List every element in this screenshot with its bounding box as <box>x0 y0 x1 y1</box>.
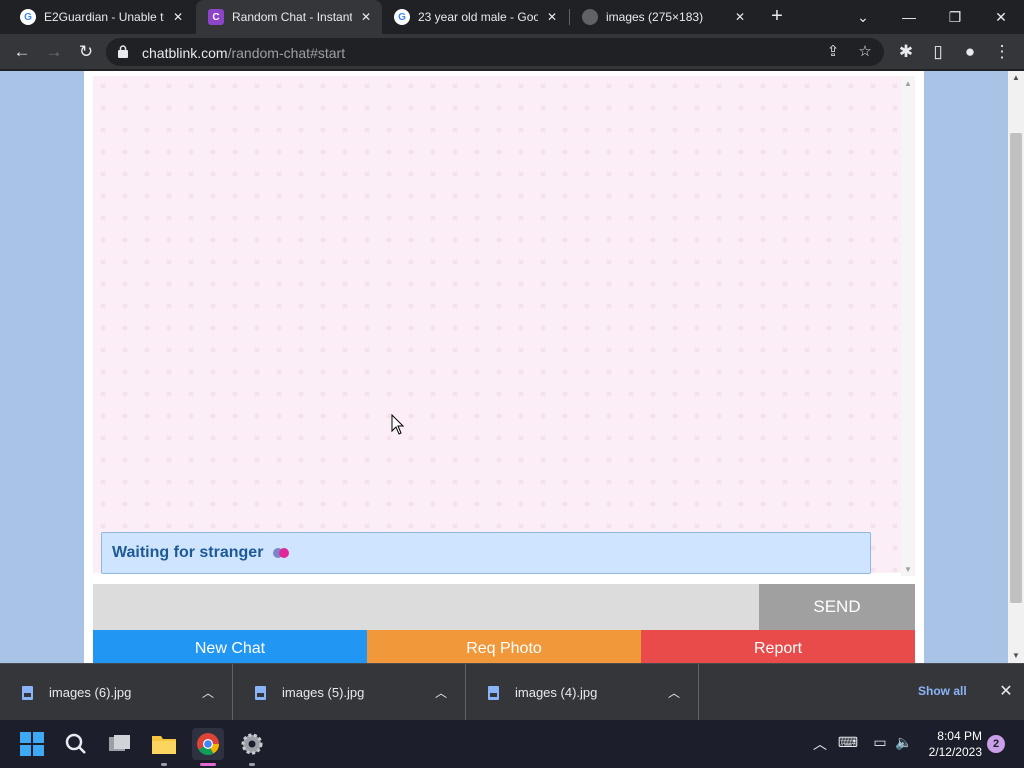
chevron-up-icon[interactable]: ︿ <box>809 734 831 754</box>
running-indicator <box>200 763 216 766</box>
loading-dots-icon <box>273 548 290 558</box>
menu-icon[interactable]: ⋮ <box>990 40 1014 64</box>
close-tab-icon[interactable]: ✕ <box>358 9 374 25</box>
url-domain: chatblink.com <box>142 45 228 61</box>
folder-icon <box>152 736 176 754</box>
download-filename: images (6).jpg <box>49 685 132 700</box>
task-view-icon <box>109 735 130 751</box>
restore-button[interactable]: ❐ <box>932 0 978 34</box>
download-filename: images (5).jpg <box>282 685 365 700</box>
running-indicator <box>161 763 167 766</box>
scroll-up-arrow-icon[interactable]: ▲ <box>901 78 915 90</box>
chat-messages-area <box>93 76 901 573</box>
tab-strip: G E2Guardian - Unable to ✕ C Random Chat… <box>0 0 1024 34</box>
close-tab-icon[interactable]: ✕ <box>544 9 560 25</box>
share-icon[interactable]: ⇪ <box>822 41 844 63</box>
profile-icon[interactable]: ● <box>958 40 982 64</box>
url-text: chatblink.com/random-chat#start <box>142 45 345 61</box>
bookmark-star-icon[interactable]: ☆ <box>854 41 876 63</box>
req-photo-button[interactable]: Req Photo <box>367 630 641 663</box>
new-tab-button[interactable]: + <box>766 6 788 28</box>
network-icon[interactable]: ▭ <box>869 734 891 751</box>
tab-title: 23 year old male - Goo <box>418 10 538 24</box>
chevron-up-icon[interactable]: ︿ <box>431 684 451 701</box>
notification-badge[interactable]: 2 <box>987 735 1005 753</box>
google-icon: G <box>394 9 410 25</box>
minimize-button[interactable]: — <box>886 0 932 34</box>
windows-logo-icon <box>20 732 44 756</box>
message-input[interactable] <box>93 584 759 630</box>
close-tab-icon[interactable]: ✕ <box>732 9 748 25</box>
status-text: Waiting for stranger <box>112 544 264 561</box>
gear-icon <box>241 733 263 755</box>
chrome-button[interactable] <box>192 728 224 766</box>
lock-icon <box>118 45 128 58</box>
tab-google-search[interactable]: G 23 year old male - Goo ✕ <box>382 0 568 34</box>
chat-scrollbar[interactable]: ▲ ▼ <box>901 76 915 576</box>
scroll-down-arrow-icon[interactable]: ▼ <box>1008 649 1024 663</box>
close-tab-icon[interactable]: ✕ <box>170 9 186 25</box>
file-explorer-button[interactable] <box>148 728 180 766</box>
chat-container: ▲ ▼ Waiting for stranger SEND New Chat R… <box>84 71 924 663</box>
tab-title: Random Chat - Instant <box>232 10 352 24</box>
browser-toolbar: ← → ↻ chatblink.com/random-chat#start ⇪ … <box>0 34 1024 70</box>
running-indicator <box>249 763 255 766</box>
new-chat-button[interactable]: New Chat <box>93 630 367 663</box>
globe-icon <box>582 9 598 25</box>
scrollbar-thumb[interactable] <box>1010 133 1022 603</box>
reload-button[interactable]: ↻ <box>74 40 98 64</box>
scroll-up-arrow-icon[interactable]: ▲ <box>1008 71 1024 85</box>
image-file-icon <box>255 685 266 700</box>
status-message: Waiting for stranger <box>101 532 871 574</box>
download-item[interactable]: images (5).jpg ︿ <box>233 664 466 721</box>
download-item[interactable]: images (4).jpg ︿ <box>466 664 699 721</box>
page-viewport: ▲ ▼ Waiting for stranger SEND New Chat R… <box>0 71 1008 663</box>
window-close-button[interactable]: ✕ <box>978 0 1024 34</box>
download-filename: images (4).jpg <box>515 685 598 700</box>
url-path: /random-chat#start <box>227 45 346 61</box>
mouse-cursor-icon <box>391 414 405 435</box>
chatblink-icon: C <box>208 9 224 25</box>
side-panel-icon[interactable]: ▯ <box>926 40 950 64</box>
tab-search-button[interactable]: ⌄ <box>840 0 886 34</box>
download-item[interactable]: images (6).jpg ︿ <box>0 664 233 721</box>
chevron-up-icon[interactable]: ︿ <box>198 684 218 701</box>
tab-random-chat[interactable]: C Random Chat - Instant ✕ <box>196 0 382 34</box>
back-button[interactable]: ← <box>10 40 34 64</box>
forward-button[interactable]: → <box>42 40 66 64</box>
address-bar[interactable]: chatblink.com/random-chat#start ⇪ ☆ <box>106 38 884 66</box>
scroll-down-arrow-icon[interactable]: ▼ <box>901 564 915 576</box>
extensions-icon[interactable]: ✱ <box>894 40 918 64</box>
volume-icon[interactable]: 🔈 <box>893 734 915 751</box>
windows-taskbar: ︿ ⌨ ▭ 🔈 8:04 PM 2/12/2023 2 <box>0 720 1024 768</box>
tab-title: E2Guardian - Unable to <box>44 10 164 24</box>
tab-e2guardian[interactable]: G E2Guardian - Unable to ✕ <box>8 0 194 34</box>
chrome-icon <box>197 733 219 755</box>
image-file-icon <box>22 685 33 700</box>
tab-images[interactable]: images (275×183) ✕ <box>570 0 756 34</box>
clock[interactable]: 8:04 PM 2/12/2023 <box>920 728 982 760</box>
page-scrollbar[interactable]: ▲ ▼ <box>1008 71 1024 663</box>
show-all-downloads-link[interactable]: Show all <box>918 684 967 698</box>
chevron-up-icon[interactable]: ︿ <box>664 684 684 701</box>
start-button[interactable] <box>16 728 48 760</box>
download-shelf: images (6).jpg ︿ images (5).jpg ︿ images… <box>0 663 1024 721</box>
search-icon <box>65 733 86 754</box>
close-shelf-icon[interactable]: ✕ <box>996 681 1016 701</box>
google-icon: G <box>20 9 36 25</box>
image-file-icon <box>488 685 499 700</box>
search-button[interactable] <box>60 728 92 760</box>
task-view-button[interactable] <box>104 728 136 760</box>
settings-button[interactable] <box>236 728 268 766</box>
clock-time: 8:04 PM <box>937 729 982 743</box>
clock-date: 2/12/2023 <box>928 745 982 759</box>
keyboard-icon[interactable]: ⌨ <box>837 734 859 751</box>
report-button[interactable]: Report <box>641 630 915 663</box>
tab-title: images (275×183) <box>606 10 704 24</box>
send-button[interactable]: SEND <box>759 584 915 630</box>
